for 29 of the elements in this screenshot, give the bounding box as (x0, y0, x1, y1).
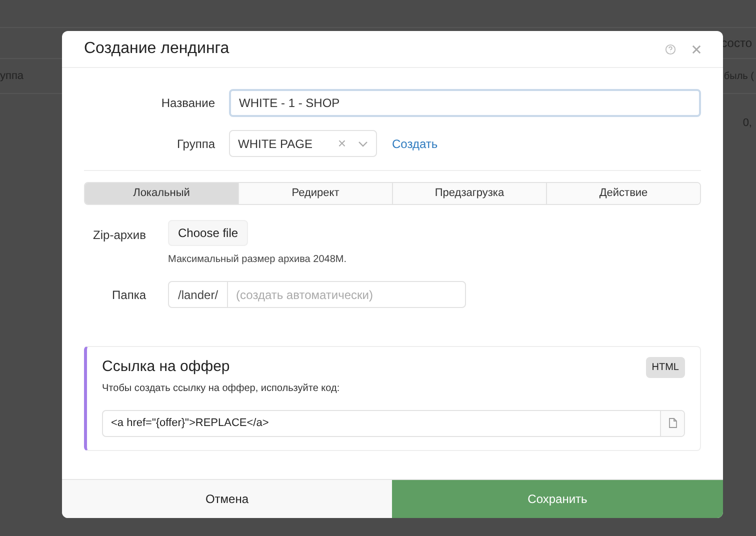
field-label: Группа (176, 136, 216, 152)
tab[interactable]: Предзагрузка (392, 183, 546, 204)
tab[interactable]: Редирект (238, 183, 392, 204)
select-value: WHITE PAGE (238, 136, 314, 152)
tab[interactable]: Действие (546, 183, 700, 204)
card-title: Ссылка на оффер (102, 357, 231, 377)
name-input[interactable]: WHITE - 1 - SHOP (229, 89, 701, 117)
field-label: Zip-архив (92, 227, 147, 244)
code-text: <a href="{offer}">REPLACE</a> (110, 416, 270, 431)
chevron-down-icon (358, 140, 368, 146)
hint-text: Максимальный размер архива 2048M. (168, 253, 346, 267)
input-prefix: /lander/ (169, 282, 228, 307)
tab[interactable]: Локальный (85, 183, 238, 204)
choose-file-button[interactable]: Choose file (168, 220, 248, 246)
dialog-title: Создание лендинга (84, 39, 230, 59)
html-badge: HTML (646, 357, 685, 378)
copy-icon (668, 418, 676, 428)
folder-name-input[interactable]: (создать автоматически) (228, 286, 465, 304)
group-select[interactable]: WHITE PAGE × (229, 130, 377, 157)
description-text: Чтобы создать ссылку на оффер, используйте код: (102, 382, 341, 396)
close-icon[interactable] (692, 44, 701, 54)
create-link[interactable]: Создать (392, 134, 438, 152)
field-label: Папка (111, 286, 147, 304)
copy-button[interactable] (660, 410, 684, 436)
cancel-button[interactable]: Отмена (62, 480, 392, 518)
field-label: Название (160, 95, 216, 112)
code-field[interactable]: <a href="{offer}">REPLACE</a> (102, 410, 685, 436)
help-icon[interactable] (665, 44, 676, 54)
folder-input[interactable]: /lander/ (создать автоматически) (168, 281, 466, 308)
